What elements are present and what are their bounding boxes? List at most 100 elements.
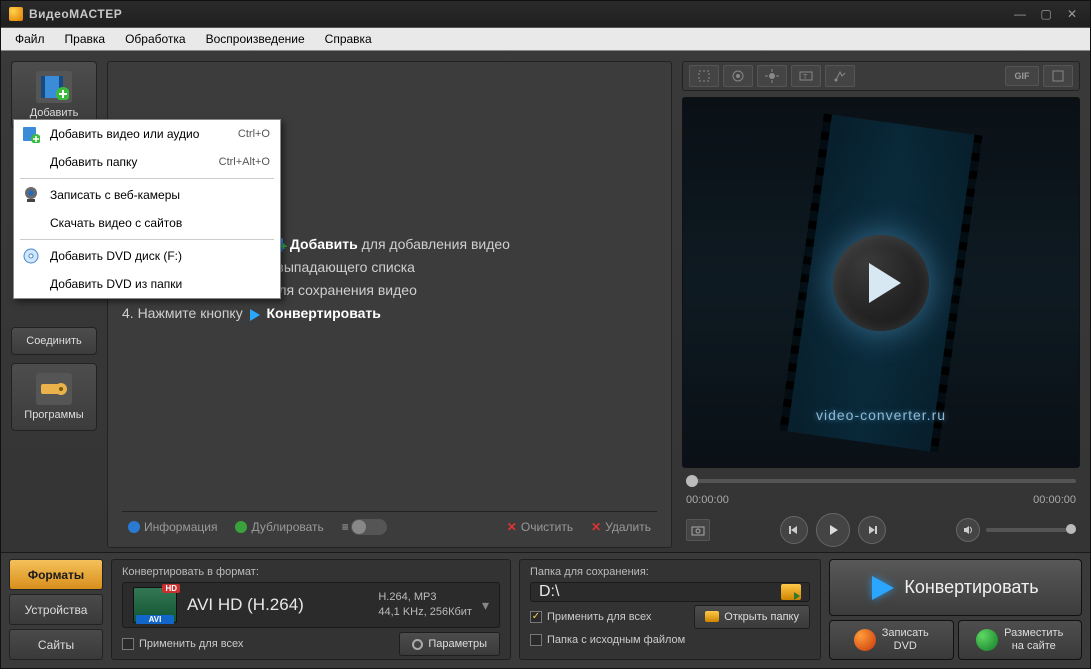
menu-playback[interactable]: Воспроизведение [198,29,313,49]
preview-brand-text: video-converter.ru [816,407,946,423]
play-inline-icon [250,309,260,321]
join-button-label: Соединить [26,335,82,347]
main-area: Добавить Добавить видео или аудио Ctrl+O… [1,51,1090,552]
action-column: Конвертировать ЗаписатьDVD Разместитьна … [829,559,1082,660]
left-toolbar: Добавить Добавить видео или аудио Ctrl+O… [11,61,97,548]
same-as-source-checkbox[interactable]: Папка с исходным файлом [530,634,685,646]
delete-button[interactable]: ✕Удалить [591,520,651,534]
guide-step-4: 4. Нажмите кнопку Конвертировать [122,302,657,325]
gif-button[interactable]: GIF [1005,66,1039,86]
duplicate-icon [235,521,247,533]
burn-dvd-button[interactable]: ЗаписатьDVD [829,620,954,660]
menu-add-video-audio[interactable]: Добавить видео или аудио Ctrl+O [14,120,280,148]
key-icon [36,373,72,405]
brightness-icon[interactable] [757,65,787,87]
convert-button-label: Конвертировать [904,577,1038,598]
volume-icon[interactable] [956,518,980,542]
menu-help[interactable]: Справка [317,29,380,49]
duplicate-button[interactable]: Дублировать [235,520,323,534]
tab-devices[interactable]: Устройства [9,594,103,625]
toggle-icon [351,519,387,535]
view-toggle[interactable]: ≡ [342,519,387,535]
window-title: ВидеоМАСТЕР [29,7,122,21]
menu-add-folder-label: Добавить папку [50,155,219,169]
add-button-label: Добавить [30,107,79,119]
menu-add-dvd-folder[interactable]: Добавить DVD из папки [14,270,280,298]
bottom-panel: Форматы Устройства Сайты Конвертировать … [1,552,1090,668]
webcam-icon [20,184,42,206]
tab-sites[interactable]: Сайты [9,629,103,660]
info-button[interactable]: Информация [128,520,217,534]
delete-icon: ✕ [591,520,601,534]
preview-column: T GIF video-converter.ru 00:00:00 00:00:… [682,61,1080,548]
fullscreen-icon[interactable] [1043,65,1073,87]
maximize-button[interactable]: ▢ [1036,6,1056,22]
convert-arrow-icon [872,576,894,600]
output-tabs: Форматы Устройства Сайты [9,559,103,660]
format-header: Конвертировать в формат: [122,566,500,578]
menu-edit[interactable]: Правка [57,29,114,49]
close-button[interactable]: ✕ [1062,6,1082,22]
prev-button[interactable] [780,516,808,544]
destination-field[interactable]: D:\ [530,582,810,602]
menu-add-dvd-disc-label: Добавить DVD диск (F:) [50,249,270,263]
menu-file[interactable]: Файл [7,29,53,49]
gear-icon [412,639,423,650]
parameters-button[interactable]: Параметры [399,632,500,656]
seek-bar[interactable] [682,474,1080,488]
next-button[interactable] [858,516,886,544]
crop-icon[interactable] [689,65,719,87]
volume-control[interactable] [956,518,1076,542]
menu-add-folder[interactable]: Добавить папку Ctrl+Alt+O [14,148,280,176]
app-logo-icon [9,7,23,21]
titlebar: ВидеоМАСТЕР — ▢ ✕ [1,1,1090,27]
menu-download-video-label: Скачать видео с сайтов [50,216,270,230]
convert-button[interactable]: Конвертировать [829,559,1082,616]
time-elapsed: 00:00:00 [686,494,729,506]
menu-process[interactable]: Обработка [117,29,194,49]
clear-button[interactable]: ✕Очистить [507,520,573,534]
checkbox-icon [530,634,542,646]
menu-add-video-audio-shortcut: Ctrl+O [238,128,270,140]
disc-burn-icon [854,629,876,651]
format-spec: H.264, MP3 44,1 KHz, 256Кбит [378,590,472,621]
menu-add-dvd-disc[interactable]: Добавить DVD диск (F:) [14,242,280,270]
browse-folder-icon[interactable] [781,584,801,600]
globe-icon [976,629,998,651]
effects-toolbar: T GIF [682,61,1080,91]
film-add-icon [36,71,72,103]
format-panel: Конвертировать в формат: HD AVI AVI HD (… [111,559,511,660]
time-row: 00:00:00 00:00:00 [682,494,1080,506]
programs-button[interactable]: Программы [11,363,97,431]
menu-download-video[interactable]: Скачать видео с сайтов [14,209,280,237]
play-button[interactable] [816,513,850,547]
format-apply-all-checkbox[interactable]: Применить для всех [122,638,243,650]
time-total: 00:00:00 [1033,494,1076,506]
dest-apply-all-checkbox[interactable]: ✓ Применить для всех [530,611,651,623]
speed-icon[interactable] [825,65,855,87]
text-overlay-icon[interactable]: T [791,65,821,87]
format-selector[interactable]: HD AVI AVI HD (H.264) H.264, MP3 44,1 KH… [122,582,500,628]
join-button[interactable]: Соединить [11,327,97,355]
preview-play-icon [833,235,929,331]
menu-record-webcam[interactable]: Записать с веб-камеры [14,181,280,209]
minimize-button[interactable]: — [1010,6,1030,22]
chevron-down-icon: ▾ [482,597,489,614]
menubar: Файл Правка Обработка Воспроизведение Сп… [1,27,1090,51]
transport-bar [682,512,1080,548]
seek-thumb[interactable] [686,475,698,487]
checkbox-checked-icon: ✓ [530,611,542,623]
dvd-disc-icon [20,245,42,267]
clear-icon: ✕ [507,520,517,534]
volume-thumb[interactable] [1066,524,1076,534]
tab-formats[interactable]: Форматы [9,559,103,590]
publish-button[interactable]: Разместитьна сайте [958,620,1083,660]
menu-add-dvd-folder-label: Добавить DVD из папки [50,277,270,291]
video-preview[interactable]: video-converter.ru [682,97,1080,468]
menu-record-webcam-label: Записать с веб-камеры [50,188,270,202]
snapshot-button[interactable] [686,519,710,541]
effects-icon[interactable] [723,65,753,87]
format-thumb-icon: HD AVI [133,587,177,623]
destination-path: D:\ [539,583,773,601]
open-folder-button[interactable]: Открыть папку [694,605,810,629]
